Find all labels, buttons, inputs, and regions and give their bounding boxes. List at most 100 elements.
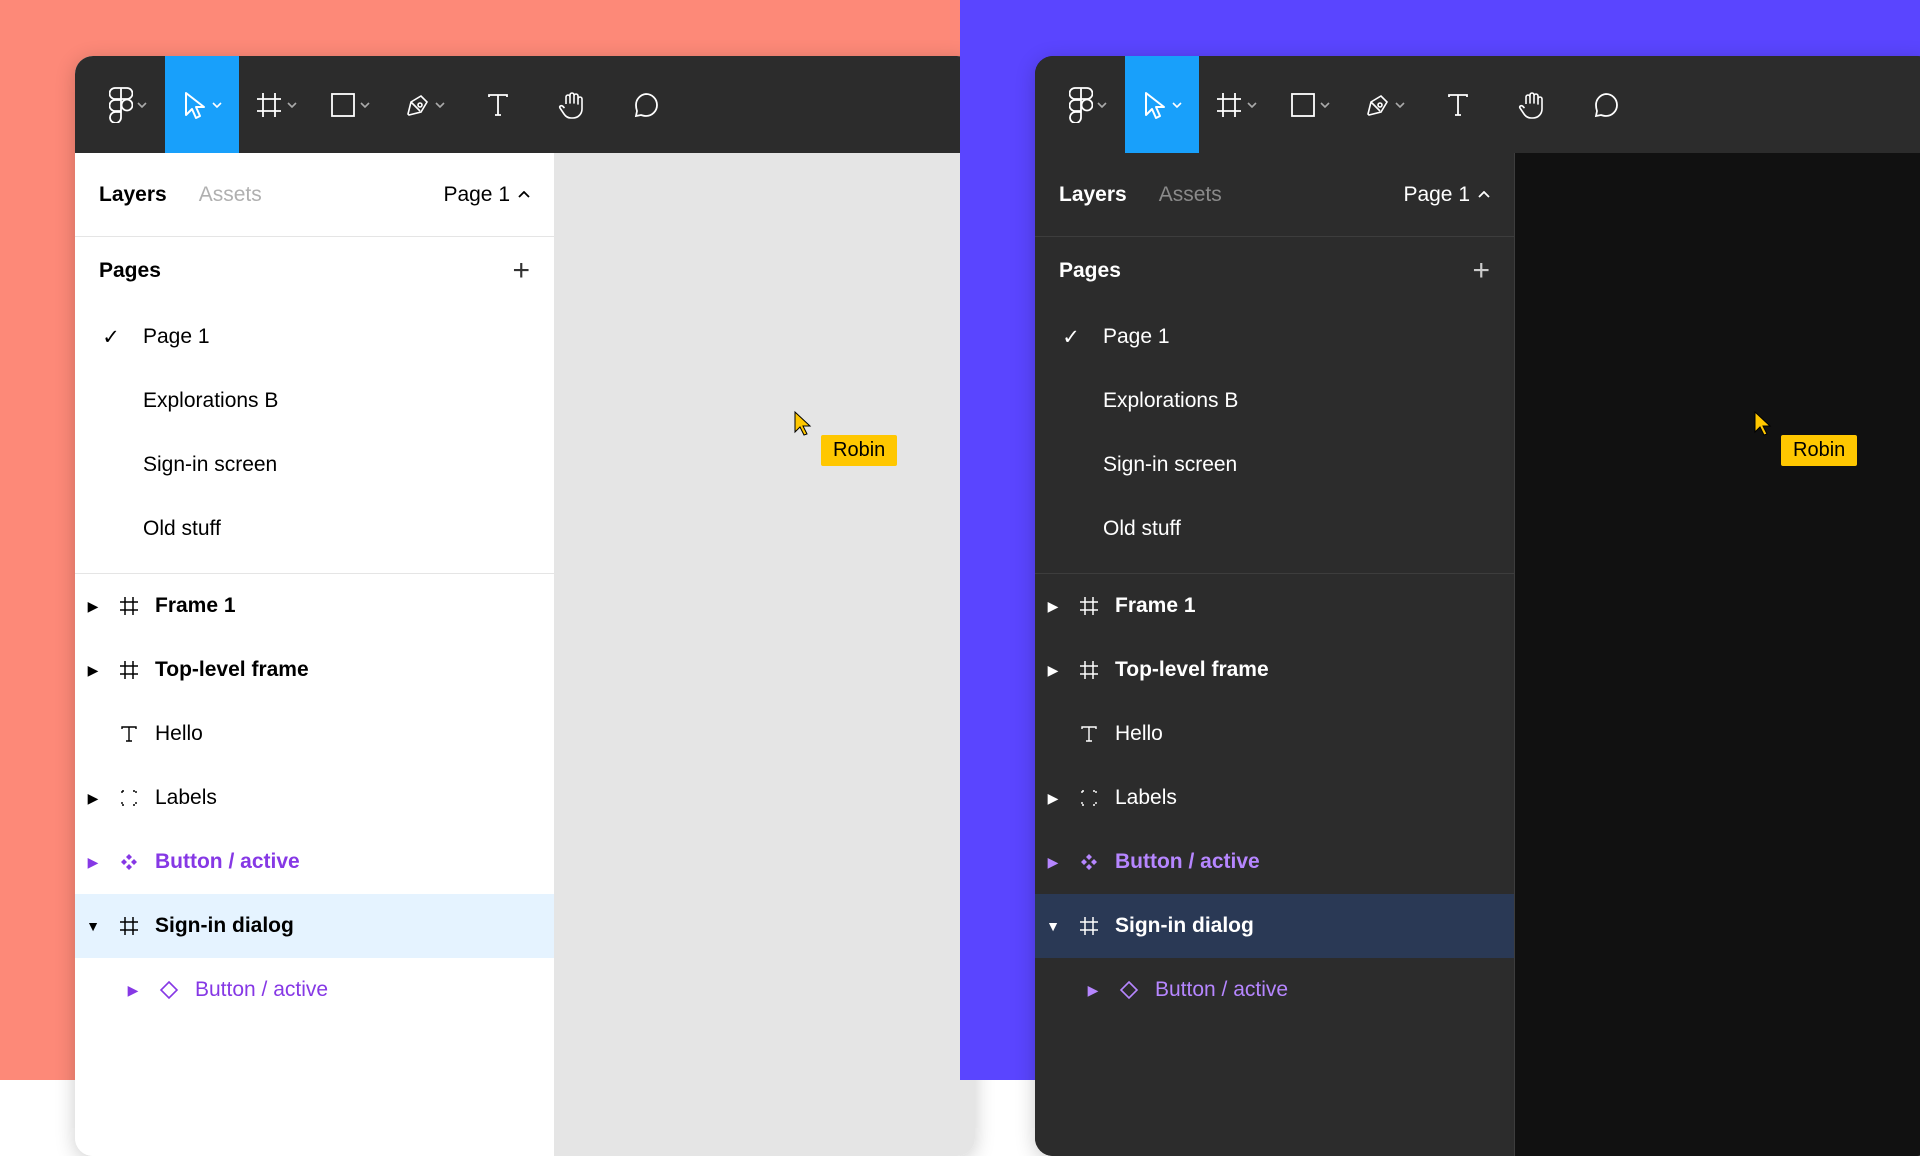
chevron-up-icon — [1478, 191, 1490, 199]
page-name: Sign-in screen — [143, 453, 277, 477]
chevron-down-icon — [1247, 102, 1257, 108]
layer-item-instance[interactable]: ▶ Button / active — [1035, 958, 1514, 1022]
pen-icon — [403, 91, 431, 119]
layer-item[interactable]: Hello — [1035, 702, 1514, 766]
expand-arrow-icon[interactable]: ▶ — [1043, 598, 1063, 615]
figma-menu[interactable] — [91, 56, 165, 153]
chevron-down-icon — [1320, 102, 1330, 108]
move-tool[interactable] — [165, 56, 239, 153]
page-name: Sign-in screen — [1103, 453, 1237, 477]
chevron-up-icon — [518, 191, 530, 199]
layer-item[interactable]: ▶ Frame 1 — [1035, 574, 1514, 638]
layer-name: Hello — [155, 722, 203, 746]
page-item[interactable]: Old stuff — [1035, 497, 1514, 561]
hand-tool[interactable] — [1495, 56, 1569, 153]
add-page-button[interactable]: + — [1472, 254, 1490, 288]
frame-icon — [1215, 91, 1243, 119]
check-icon: ✓ — [99, 325, 123, 350]
layer-item-selected[interactable]: ▼ Sign-in dialog — [75, 894, 554, 958]
page-item[interactable]: Old stuff — [75, 497, 554, 561]
page-selector-label: Page 1 — [1403, 183, 1470, 207]
expand-arrow-icon[interactable]: ▶ — [83, 854, 103, 871]
tab-layers[interactable]: Layers — [1059, 183, 1127, 207]
tab-layers[interactable]: Layers — [99, 183, 167, 207]
hand-tool[interactable] — [535, 56, 609, 153]
shape-tool[interactable] — [1273, 56, 1347, 153]
cursor-icon — [1751, 409, 1777, 439]
expand-arrow-icon[interactable]: ▼ — [1043, 918, 1063, 934]
component-icon — [1077, 850, 1101, 874]
comment-tool[interactable] — [1569, 56, 1643, 153]
page-item[interactable]: Explorations B — [1035, 369, 1514, 433]
expand-arrow-icon[interactable]: ▶ — [1043, 854, 1063, 871]
canvas[interactable]: Robin — [1515, 153, 1920, 1156]
expand-arrow-icon[interactable]: ▶ — [1043, 790, 1063, 807]
layer-name: Button / active — [155, 850, 300, 874]
layer-item-component[interactable]: ▶ Button / active — [1035, 830, 1514, 894]
add-page-button[interactable]: + — [512, 254, 530, 288]
page-item[interactable]: Sign-in screen — [75, 433, 554, 497]
layer-item[interactable]: ▶ Labels — [75, 766, 554, 830]
page-item[interactable]: Explorations B — [75, 369, 554, 433]
check-icon: ✓ — [1059, 325, 1083, 350]
frame-tool[interactable] — [1199, 56, 1273, 153]
layer-item[interactable]: ▶ Labels — [1035, 766, 1514, 830]
page-selector[interactable]: Page 1 — [1403, 183, 1490, 207]
chevron-down-icon — [137, 102, 147, 108]
layer-item-instance[interactable]: ▶ Button / active — [75, 958, 554, 1022]
text-icon — [485, 92, 511, 118]
layer-item-component[interactable]: ▶ Button / active — [75, 830, 554, 894]
page-item[interactable]: Sign-in screen — [1035, 433, 1514, 497]
canvas[interactable]: Robin — [555, 153, 975, 1156]
chevron-down-icon — [1172, 102, 1182, 108]
figma-logo-icon — [109, 87, 133, 123]
page-item[interactable]: ✓ Page 1 — [75, 305, 554, 369]
layer-item-selected[interactable]: ▼ Sign-in dialog — [1035, 894, 1514, 958]
text-icon — [117, 722, 141, 746]
frame-tool[interactable] — [239, 56, 313, 153]
collaborator-name: Robin — [1781, 435, 1857, 466]
instance-icon — [157, 978, 181, 1002]
layer-name: Labels — [1115, 786, 1177, 810]
pen-icon — [1363, 91, 1391, 119]
expand-arrow-icon[interactable]: ▶ — [83, 662, 103, 679]
layer-name: Sign-in dialog — [155, 914, 294, 938]
expand-arrow-icon[interactable]: ▶ — [83, 598, 103, 615]
layer-name: Button / active — [1115, 850, 1260, 874]
layer-item[interactable]: Hello — [75, 702, 554, 766]
group-icon — [1077, 786, 1101, 810]
text-tool[interactable] — [1421, 56, 1495, 153]
layer-name: Hello — [1115, 722, 1163, 746]
hand-icon — [1518, 90, 1546, 120]
tab-assets[interactable]: Assets — [199, 183, 262, 207]
page-name: Explorations B — [143, 389, 278, 413]
cursor-icon — [182, 90, 208, 120]
page-name: Page 1 — [1103, 325, 1170, 349]
expand-arrow-icon[interactable]: ▶ — [1083, 982, 1103, 999]
layer-item[interactable]: ▶ Frame 1 — [75, 574, 554, 638]
expand-arrow-icon[interactable]: ▶ — [1043, 662, 1063, 679]
frame-icon — [1077, 594, 1101, 618]
page-name: Explorations B — [1103, 389, 1238, 413]
page-item[interactable]: ✓ Page 1 — [1035, 305, 1514, 369]
pen-tool[interactable] — [1347, 56, 1421, 153]
page-selector-label: Page 1 — [443, 183, 510, 207]
shape-tool[interactable] — [313, 56, 387, 153]
expand-arrow-icon[interactable]: ▶ — [83, 790, 103, 807]
layer-name: Frame 1 — [155, 594, 236, 618]
layer-item[interactable]: ▶ Top-level frame — [1035, 638, 1514, 702]
rectangle-icon — [330, 92, 356, 118]
pen-tool[interactable] — [387, 56, 461, 153]
move-tool[interactable] — [1125, 56, 1199, 153]
page-selector[interactable]: Page 1 — [443, 183, 530, 207]
tab-assets[interactable]: Assets — [1159, 183, 1222, 207]
expand-arrow-icon[interactable]: ▼ — [83, 918, 103, 934]
expand-arrow-icon[interactable]: ▶ — [123, 982, 143, 999]
layer-name: Top-level frame — [155, 658, 309, 682]
pages-title: Pages — [1059, 259, 1121, 283]
figma-menu[interactable] — [1051, 56, 1125, 153]
frame-icon — [255, 91, 283, 119]
comment-tool[interactable] — [609, 56, 683, 153]
layer-item[interactable]: ▶ Top-level frame — [75, 638, 554, 702]
text-tool[interactable] — [461, 56, 535, 153]
